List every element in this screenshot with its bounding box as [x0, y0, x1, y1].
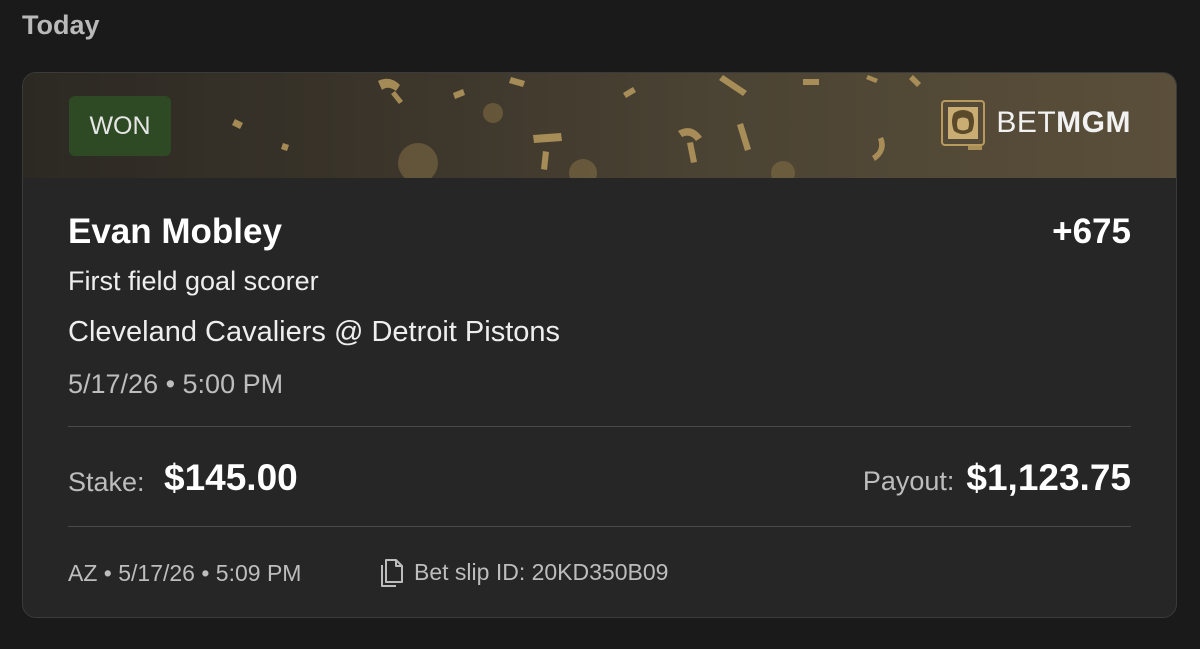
bet-slip-id: Bet slip ID: 20KD350B09 — [414, 558, 669, 585]
stake-value: $145.00 — [164, 457, 298, 498]
bet-market: First field goal scorer — [68, 266, 319, 296]
event-datetime: 5/17/26 • 5:00 PM — [68, 369, 284, 399]
divider — [68, 526, 1131, 527]
placed-info: AZ • 5/17/26 • 5:09 PM — [68, 560, 302, 586]
stake-label: Stake: — [68, 467, 145, 497]
copy-document-icon[interactable] — [378, 556, 404, 588]
payout-label: Payout: — [862, 466, 955, 496]
odds-value: +675 — [1052, 212, 1131, 251]
divider — [68, 426, 1131, 427]
player-name: Evan Mobley — [68, 212, 282, 251]
payout-value: $1,123.75 — [966, 457, 1131, 498]
bet-slip-id-copy[interactable]: Bet slip ID: 20KD350B09 — [378, 556, 668, 588]
game-matchup: Cleveland Cavaliers @ Detroit Pistons — [68, 316, 561, 348]
payout-row: Payout: $1,123.75 — [863, 457, 1131, 499]
section-title: Today — [22, 10, 100, 40]
